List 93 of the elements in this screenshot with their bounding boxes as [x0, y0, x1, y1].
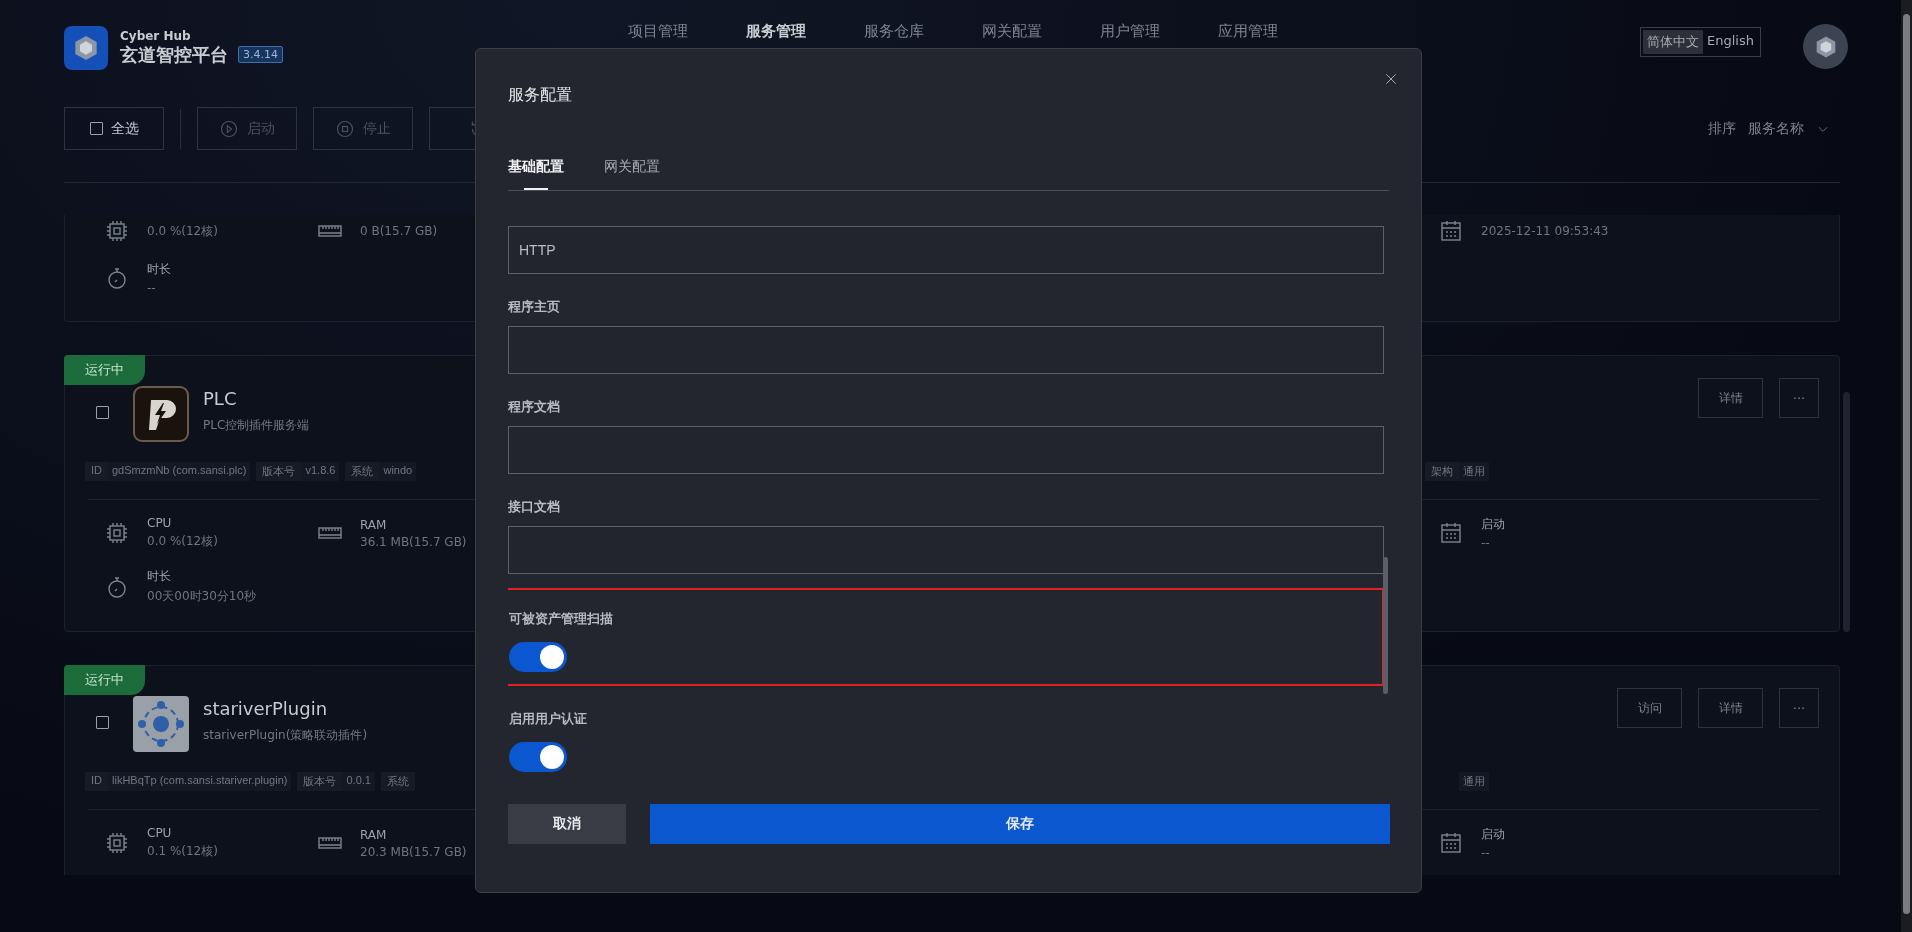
- tag-label: 系统: [345, 462, 380, 481]
- field-label: 接口文档: [508, 498, 561, 516]
- input-field[interactable]: [508, 426, 1384, 474]
- metric-value: --: [147, 281, 157, 295]
- tag-label: 版本号: [297, 772, 343, 791]
- checkbox[interactable]: [89, 122, 103, 135]
- field-label: 启用用户认证: [509, 710, 588, 728]
- checkbox[interactable]: [96, 716, 109, 729]
- nav-item[interactable]: 服务仓库: [864, 22, 924, 41]
- stopwatch-icon: [105, 266, 129, 290]
- action-button[interactable]: 访问: [1617, 688, 1682, 728]
- metric-value: 0 B(15.7 GB): [360, 224, 438, 238]
- select-all-button[interactable]: 全选: [64, 107, 164, 150]
- metric-label: 时长: [147, 568, 172, 585]
- service-name: stariverPlugin: [203, 698, 329, 719]
- chip-icon: [105, 219, 129, 243]
- input-field[interactable]: HTTP: [508, 226, 1384, 274]
- service-description: PLC控制插件服务端: [203, 417, 310, 434]
- metric-value: 00天00时30分10秒: [147, 588, 257, 605]
- action-button[interactable]: 详情: [1698, 378, 1763, 418]
- tag-label: ID: [85, 462, 108, 481]
- action-button[interactable]: 详情: [1698, 688, 1763, 728]
- field-label: 程序主页: [508, 298, 561, 316]
- calendar-icon: [1439, 831, 1463, 855]
- chip-icon: [105, 521, 129, 545]
- sort-label: 排序: [1708, 119, 1736, 138]
- checkbox[interactable]: [96, 406, 109, 419]
- avatar[interactable]: [1803, 24, 1848, 69]
- network-app-icon: [133, 696, 189, 752]
- metric-label: CPU: [147, 516, 173, 530]
- tag-value: 0.0.1: [342, 772, 375, 791]
- tag-value: 通用: [1459, 772, 1489, 791]
- tag-label: 版本号: [256, 462, 302, 481]
- metric-label: CPU: [147, 826, 173, 840]
- save-button[interactable]: 保存: [650, 804, 1390, 844]
- language-option[interactable]: English: [1703, 29, 1758, 54]
- language-option[interactable]: 简体中文: [1643, 29, 1704, 54]
- toggle-switch[interactable]: [509, 642, 567, 672]
- stopwatch-icon: [105, 574, 129, 599]
- metric-label: 启动: [1481, 516, 1505, 533]
- chip-icon: [105, 831, 129, 855]
- status-badge: 运行中: [64, 665, 145, 695]
- lightning-app-icon: [133, 386, 189, 442]
- play-icon: [219, 118, 239, 139]
- tag-label: 系统: [380, 772, 415, 791]
- nav-item[interactable]: 网关配置: [982, 22, 1042, 41]
- metric-value: 0.1 %(12核): [147, 843, 218, 860]
- tag-value: 通用: [1459, 462, 1489, 481]
- calendar-icon: [1439, 521, 1463, 545]
- more-button[interactable]: ···: [1779, 688, 1819, 728]
- more-button[interactable]: ···: [1779, 378, 1819, 418]
- input-field[interactable]: [508, 326, 1384, 374]
- service-name: PLC: [203, 388, 238, 409]
- sort-select[interactable]: 服务名称: [1748, 119, 1804, 138]
- metric-value: --: [1481, 536, 1491, 550]
- input-field[interactable]: [508, 526, 1384, 574]
- metric-value: 0.0 %(12核): [147, 533, 218, 550]
- metric-label: RAM: [360, 827, 388, 842]
- tag-value: likHBqTp (com.sansi.stariver.plugin): [108, 772, 292, 791]
- tab[interactable]: 基础配置: [508, 158, 564, 190]
- nav-item[interactable]: 用户管理: [1100, 22, 1160, 41]
- tag-value: windo: [379, 462, 417, 481]
- toggle-switch[interactable]: [509, 742, 567, 772]
- tag-value: gdSmzmNb (com.sansi.plc): [108, 462, 251, 481]
- dialog-title: 服务配置: [508, 85, 573, 106]
- scrollbar[interactable]: [1383, 557, 1388, 694]
- metric-value: --: [1481, 846, 1491, 860]
- metric-label: 启动: [1481, 826, 1505, 843]
- stop-icon: [335, 118, 355, 139]
- nav-item[interactable]: 应用管理: [1218, 22, 1278, 41]
- app-title: 玄道智控平台: [120, 43, 228, 67]
- metric-value: 2025-12-11 09:53:43: [1481, 224, 1609, 238]
- nav-item[interactable]: 服务管理: [746, 22, 806, 41]
- metric-value: 0.0 %(12核): [147, 222, 218, 240]
- tag-value: v1.8.6: [301, 462, 340, 481]
- nav-item[interactable]: 项目管理: [628, 22, 688, 41]
- metric-label: 时长: [147, 261, 171, 278]
- field-label: 可被资产管理扫描: [509, 610, 614, 628]
- field-label: 程序文档: [508, 398, 561, 416]
- tag-label: 架构: [1425, 462, 1459, 481]
- calendar-icon: [1439, 219, 1463, 243]
- tag-label: ID: [85, 772, 108, 791]
- service-description: stariverPlugin(策略联动插件): [203, 727, 368, 744]
- metric-value: 20.3 MB(15.7 GB): [360, 844, 467, 859]
- cancel-button[interactable]: 取消: [508, 804, 626, 844]
- tab[interactable]: 网关配置: [604, 158, 660, 190]
- scrollbar[interactable]: [1843, 392, 1850, 632]
- version-badge: 3.4.14: [238, 46, 283, 63]
- status-badge: 运行中: [64, 355, 145, 385]
- brand-name: Cyber Hub: [120, 28, 192, 43]
- metric-label: RAM: [360, 517, 388, 532]
- metric-value: 36.1 MB(15.7 GB): [360, 534, 467, 549]
- page-scrollbar[interactable]: [1901, 0, 1912, 932]
